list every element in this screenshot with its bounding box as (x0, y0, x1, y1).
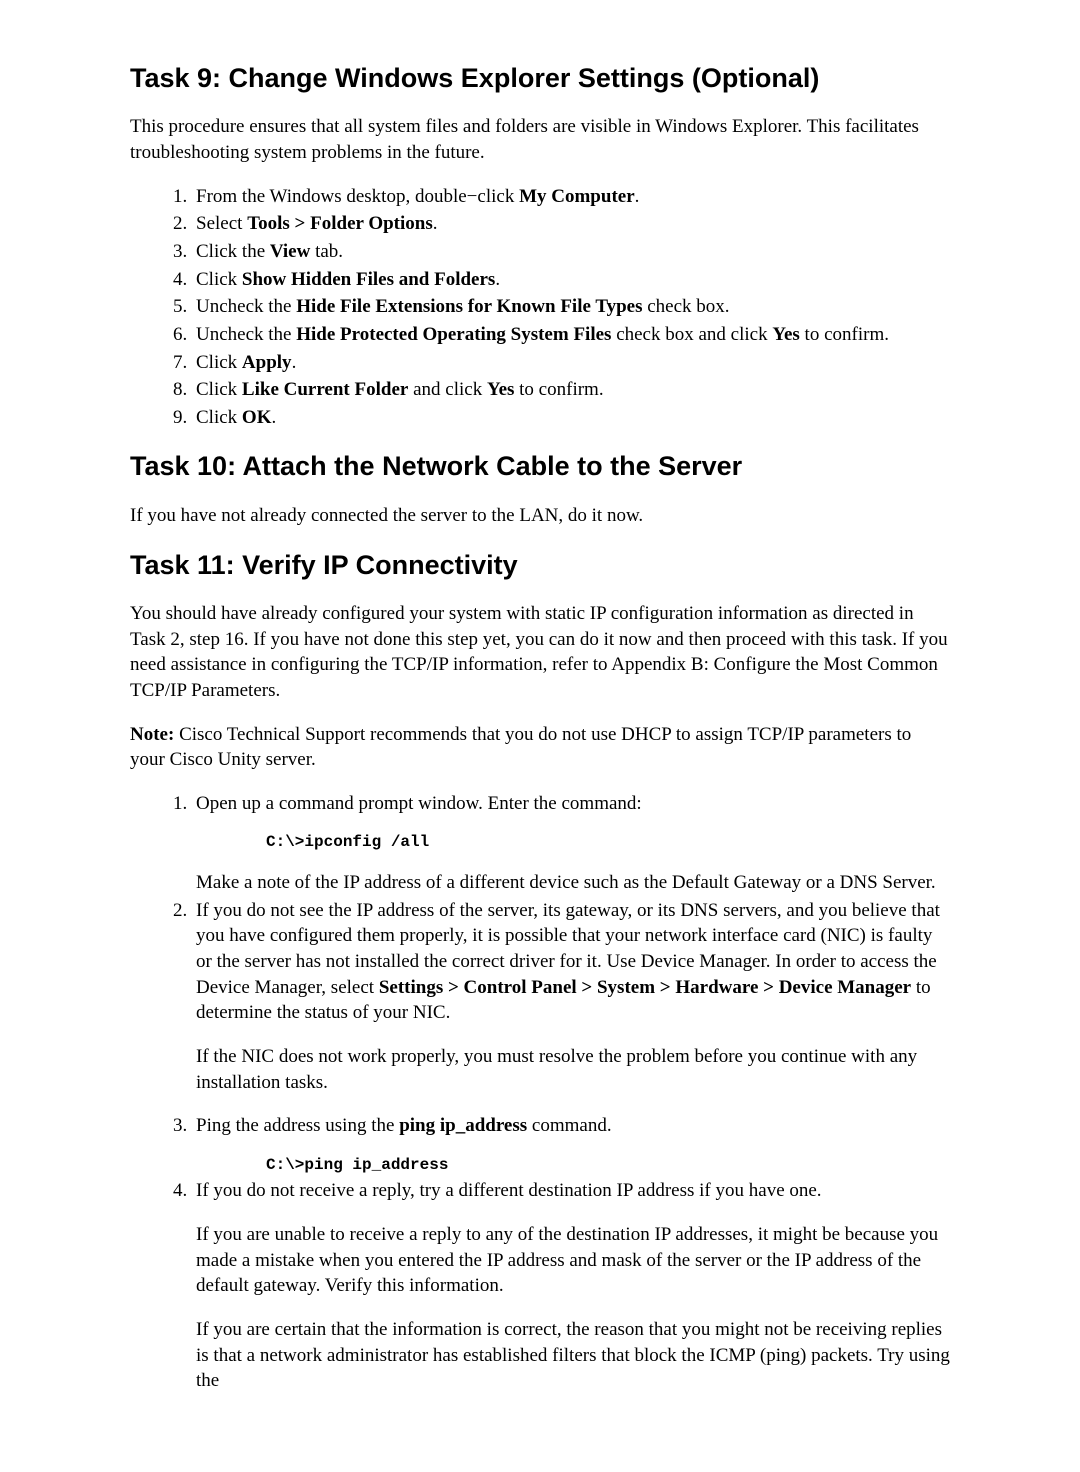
task11-step-2: If you do not see the IP address of the … (192, 898, 950, 1095)
task11-note: Note: Cisco Technical Support recommends… (130, 722, 950, 773)
task9-heading: Task 9: Change Windows Explorer Settings… (130, 60, 950, 96)
task9-step-2: Select Tools > Folder Options. (192, 211, 950, 237)
task11-intro: You should have already configured your … (130, 601, 950, 704)
task9-step-9: Click OK. (192, 405, 950, 431)
task10-intro: If you have not already connected the se… (130, 503, 950, 529)
task9-step-3: Click the View tab. (192, 239, 950, 265)
task11-step-4: If you do not receive a reply, try a dif… (192, 1178, 950, 1393)
task11-heading: Task 11: Verify IP Connectivity (130, 547, 950, 583)
task9-step-5: Uncheck the Hide File Extensions for Kno… (192, 294, 950, 320)
task9-step-4: Click Show Hidden Files and Folders. (192, 267, 950, 293)
task9-step-6: Uncheck the Hide Protected Operating Sys… (192, 322, 950, 348)
task9-step-8: Click Like Current Folder and click Yes … (192, 377, 950, 403)
task9-step-7: Click Apply. (192, 350, 950, 376)
task9-step-1: From the Windows desktop, double−click M… (192, 184, 950, 210)
task11-step-3: Ping the address using the ping ip_addre… (192, 1113, 950, 1176)
task9-intro: This procedure ensures that all system f… (130, 114, 950, 165)
task11-step-1: Open up a command prompt window. Enter t… (192, 791, 950, 896)
task11-steps: Open up a command prompt window. Enter t… (130, 791, 950, 1394)
task9-steps: From the Windows desktop, double−click M… (130, 184, 950, 431)
ipconfig-code: C:\>ipconfig /all (266, 832, 950, 854)
ping-code: C:\>ping ip_address (266, 1155, 950, 1177)
task10-heading: Task 10: Attach the Network Cable to the… (130, 448, 950, 484)
